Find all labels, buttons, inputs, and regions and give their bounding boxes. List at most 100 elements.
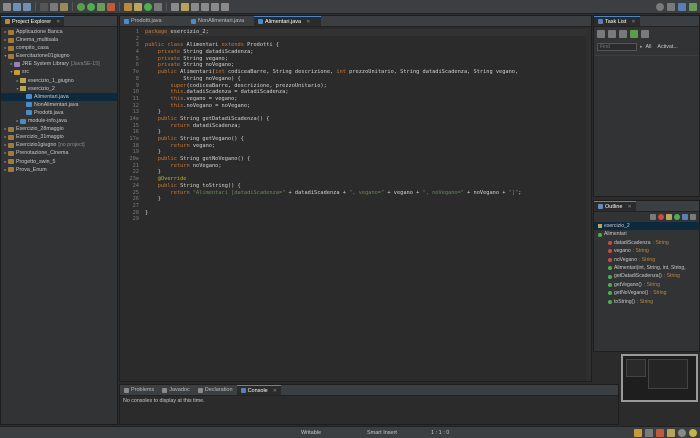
open-type-icon[interactable] [154,2,162,11]
debug-perspective-icon[interactable] [689,3,697,11]
skip-breakpoints-icon[interactable] [60,2,68,11]
outline-item[interactable]: getDatadiScadenza(): String [594,272,699,280]
outline-item[interactable]: toString(): String [594,298,699,306]
tip-icon[interactable] [689,429,697,437]
code-line[interactable]: this.datadiScadenza = datadiScadenza; [145,89,591,96]
code-line[interactable] [145,36,591,43]
explorer-item[interactable]: ▸ module-info.java [1,117,117,125]
hide-nonpublic-icon[interactable] [674,214,680,220]
explorer-item[interactable]: ▸ Prova_Enum [1,166,117,174]
outline-item[interactable]: getNoVegano(): String [594,289,699,297]
filter-icon[interactable] [608,30,616,38]
explorer-item[interactable]: ▾ Esercitazione01giugno [1,52,117,60]
new-task-icon[interactable] [597,30,605,38]
code-line[interactable]: return "Alimentari [datadiScadenza=" + d… [145,190,591,197]
tab-outline[interactable]: Outline ✕ [594,201,636,211]
edit-icon[interactable] [181,2,189,11]
explorer-item[interactable]: ▸ Applicazione Banca [1,28,117,36]
all-filter-link[interactable]: All [646,44,652,50]
outline-item[interactable]: vegano: String [594,247,699,255]
code-line[interactable]: private String datadiScadenza; [145,49,591,56]
explorer-item[interactable]: Alimentari.java [1,92,117,101]
code-line[interactable]: return noVegano; [145,163,591,170]
bottom-tab[interactable]: Console ✕ [236,385,281,395]
run-icon[interactable] [87,2,95,11]
search-icon[interactable] [656,3,664,11]
status-insert-mode[interactable]: Smart Insert [367,430,397,436]
close-icon[interactable]: ✕ [306,19,310,25]
sort-icon[interactable] [650,214,656,220]
notification-icon[interactable] [645,429,653,437]
java-perspective-icon[interactable] [678,3,686,11]
code-line[interactable]: } [145,196,591,203]
git-icon[interactable] [656,429,664,437]
debug-icon[interactable] [77,2,85,11]
code-line[interactable]: public Alimentari(int codiceaBarre, Stri… [145,69,591,76]
code-line[interactable] [145,203,591,210]
new-file-icon[interactable] [3,2,11,11]
code-line[interactable]: this.vegano = vegano; [145,96,591,103]
save-all-icon[interactable] [23,2,31,11]
explorer-item[interactable]: ▸ Esercizio_28maggio [1,125,117,133]
tools-icon[interactable] [667,429,675,437]
close-icon[interactable]: ✕ [627,204,631,210]
bottom-tab[interactable]: Declaration [194,385,237,395]
explorer-item[interactable]: ▾ src [1,68,117,76]
explorer-item[interactable]: Prodotti.java [1,109,117,117]
code-line[interactable]: this.noVegano = noVegano; [145,103,591,110]
back-icon[interactable] [211,2,219,11]
search-icon[interactable] [171,2,179,11]
code-line[interactable]: public String getDatadiScadenza() { [145,116,591,123]
perspective-icon[interactable] [667,3,675,11]
code-line[interactable]: } [145,149,591,156]
tab-task-list[interactable]: Task List ✕ [594,16,640,26]
code-line[interactable]: public String getVegano() { [145,136,591,143]
code-line[interactable]: public class Alimentari extends Prodotti… [145,42,591,49]
outline-item[interactable]: esercizio_2 [594,222,699,231]
editor-tab[interactable]: NonAlimentari.java [187,16,254,26]
code-line[interactable]: package esercizio_2; [145,29,591,36]
outline-item[interactable]: Alimentari(int, String, int, String, [594,264,699,272]
sync-icon[interactable] [634,429,642,437]
build-icon[interactable] [50,2,58,11]
code-line[interactable] [145,216,591,223]
code-line[interactable]: return datadiScadenza; [145,123,591,130]
close-icon[interactable]: ✕ [56,19,60,25]
collapse-icon[interactable] [619,30,627,38]
gear-icon[interactable] [678,429,686,437]
explorer-item[interactable]: ▸ JRE System Library [JavaSE-15] [1,60,117,68]
explorer-item[interactable]: ▸ esercizio_1_giugno [1,77,117,85]
new-class-icon[interactable] [144,2,152,11]
next-annotation-icon[interactable] [201,2,209,11]
editor-tab[interactable]: Prodotti.java [120,16,187,26]
outline-item[interactable]: datadiScadenza: String [594,239,699,247]
code-line[interactable]: private String vegano; [145,56,591,63]
code-text[interactable]: package esercizio_2;public class Aliment… [142,28,591,381]
code-area[interactable]: 1 2 3 4 5 6 7⊖ 8 9 10 11 12 13 14⊖ 15 16 17⊖ 18 19 20⊖ 21 22 2… [120,28,591,381]
code-line[interactable]: @Override [145,176,591,183]
code-line[interactable]: return vegano; [145,143,591,150]
explorer-item[interactable]: ▸ compito_casa [1,44,117,52]
explorer-item[interactable]: NonAlimentari.java [1,101,117,109]
code-line[interactable]: public String getNoVegano() { [145,156,591,163]
tab-project-explorer[interactable]: Project Explorer ✕ [1,16,65,26]
bottom-tab[interactable]: Javadoc [158,385,194,395]
explorer-item[interactable]: ▸ Progetto_swin_5 [1,158,117,166]
save-icon[interactable] [13,2,21,11]
external-tools-icon[interactable] [107,2,115,11]
find-input[interactable] [597,43,637,51]
new-package-icon[interactable] [134,2,142,11]
explorer-item[interactable]: ▾ esercizio_2 [1,85,117,93]
code-line[interactable]: public String toString() { [145,183,591,190]
code-line[interactable]: String noVegano) { [145,76,591,83]
forward-icon[interactable] [221,2,229,11]
dropdown-icon[interactable]: ▸ [640,44,643,50]
explorer-item[interactable]: ▸ Esercizio_31maggio [1,133,117,141]
explorer-item[interactable]: ▸ Cinema_multisala [1,36,117,44]
terminal-icon[interactable] [40,2,48,11]
menu-icon[interactable] [641,30,649,38]
editor-minimap[interactable] [621,354,698,402]
activate-link[interactable]: Activat... [657,44,677,50]
sync-icon[interactable] [630,30,638,38]
editor-tab[interactable]: Alimentari.java ✕ [254,16,321,26]
